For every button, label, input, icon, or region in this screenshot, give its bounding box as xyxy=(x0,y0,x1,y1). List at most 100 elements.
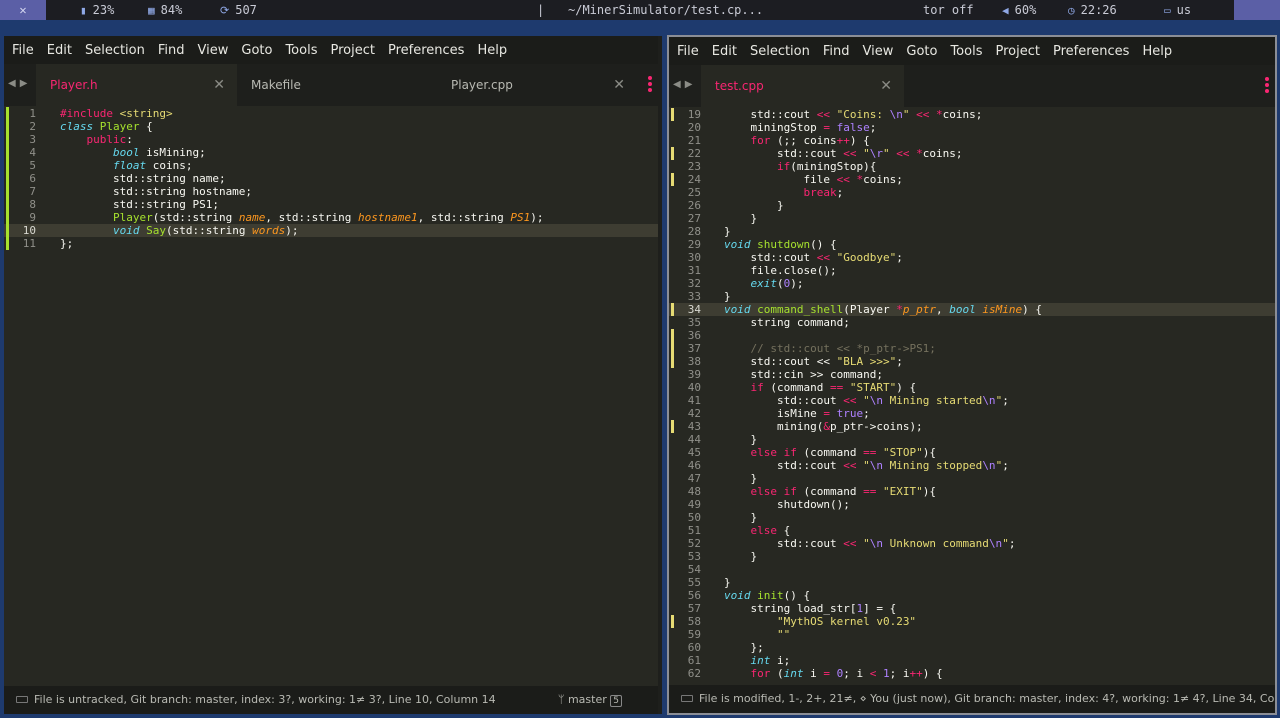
menu-find[interactable]: Find xyxy=(823,44,850,59)
code-line[interactable]: 61 int i; xyxy=(669,654,1275,667)
code-line[interactable]: 62 for (int i = 0; i < 1; i++) { xyxy=(669,667,1275,680)
workspace-indicator[interactable]: ✕ xyxy=(0,0,46,20)
code-line[interactable]: 42 isMine = true; xyxy=(669,407,1275,420)
code-line[interactable]: 27 } xyxy=(669,212,1275,225)
menu-edit[interactable]: Edit xyxy=(712,44,737,59)
code-line[interactable]: 28} xyxy=(669,225,1275,238)
code-line[interactable]: 33} xyxy=(669,290,1275,303)
close-icon[interactable]: ✕ xyxy=(213,64,225,106)
line-number: 1 xyxy=(29,107,36,120)
code-line[interactable]: 55} xyxy=(669,576,1275,589)
code-line[interactable]: 21 for (;; coins++) { xyxy=(669,134,1275,147)
menu-preferences[interactable]: Preferences xyxy=(1053,44,1129,59)
code-line[interactable]: 9 Player(std::string name, std::string h… xyxy=(4,211,658,224)
code-line[interactable]: 11}; xyxy=(4,237,658,250)
volume-indicator[interactable]: ◀ 60% xyxy=(1002,0,1036,20)
close-icon[interactable]: ✕ xyxy=(613,64,625,106)
code-text: std::cout << "Goodbye"; xyxy=(724,251,902,264)
code-line[interactable]: 57 string load_str[1] = { xyxy=(669,602,1275,615)
keyboard-layout-indicator[interactable]: ▭ us xyxy=(1164,0,1191,20)
code-line[interactable]: 34 void command_shell(Player *p_ptr, bool… xyxy=(669,303,1275,316)
code-line[interactable]: 30 std::cout << "Goodbye"; xyxy=(669,251,1275,264)
panel-toggle-icon[interactable] xyxy=(16,696,28,703)
code-line[interactable]: 38 std::cout << "BLA >>>"; xyxy=(669,355,1275,368)
git-branch[interactable]: ᛘ master 5 xyxy=(558,686,622,714)
code-line[interactable]: 60 }; xyxy=(669,641,1275,654)
code-line[interactable]: 45 else if (command == "STOP"){ xyxy=(669,446,1275,459)
menu-project[interactable]: Project xyxy=(330,43,374,58)
code-line[interactable]: 5 float coins; xyxy=(4,159,658,172)
code-token: ; xyxy=(1008,537,1016,550)
tab-player-h[interactable]: Player.h ✕ xyxy=(36,64,237,106)
menu-view[interactable]: View xyxy=(863,44,894,59)
code-line[interactable]: 56 void init() { xyxy=(669,589,1275,602)
tab-player-cpp[interactable]: Player.cpp ✕ xyxy=(437,64,637,106)
code-line[interactable]: 43 mining(&p_ptr->coins); xyxy=(669,420,1275,433)
more-options-icon[interactable] xyxy=(1265,77,1269,95)
tab-makefile[interactable]: Makefile xyxy=(237,64,437,106)
code-line[interactable]: 2 class Player { xyxy=(4,120,658,133)
code-line[interactable]: 54 xyxy=(669,563,1275,576)
menu-goto[interactable]: Goto xyxy=(906,44,937,59)
code-line[interactable]: 49 shutdown(); xyxy=(669,498,1275,511)
code-line[interactable]: 8 std::string PS1; xyxy=(4,198,658,211)
code-line[interactable]: 50 } xyxy=(669,511,1275,524)
code-line[interactable]: 37 // std::cout << *p_ptr->PS1; xyxy=(669,342,1275,355)
code-line[interactable]: 48 else if (command == "EXIT"){ xyxy=(669,485,1275,498)
tor-indicator[interactable]: tor off xyxy=(923,0,974,20)
code-line[interactable]: 52 std::cout << "\n Unknown command\n"; xyxy=(669,537,1275,550)
menu-selection[interactable]: Selection xyxy=(85,43,145,58)
code-line[interactable]: 59 "" xyxy=(669,628,1275,641)
code-editor[interactable]: 1 #include <string> 2 class Player {3 publi… xyxy=(4,106,658,686)
code-line[interactable]: 26 } xyxy=(669,199,1275,212)
workspace-indicator-right[interactable] xyxy=(1234,0,1280,20)
code-line[interactable]: 25 break; xyxy=(669,186,1275,199)
code-line[interactable]: 19 std::cout << "Coins: \n" << *coins; xyxy=(669,108,1275,121)
code-line[interactable]: 32 exit(0); xyxy=(669,277,1275,290)
tab-scroll-arrows[interactable]: ◀▶ xyxy=(8,78,31,89)
menu-selection[interactable]: Selection xyxy=(750,44,810,59)
menu-view[interactable]: View xyxy=(198,43,229,58)
code-line[interactable]: 6 std::string name; xyxy=(4,172,658,185)
code-line[interactable]: 3 public: xyxy=(4,133,658,146)
menu-preferences[interactable]: Preferences xyxy=(388,43,464,58)
code-line[interactable]: 40 if (command == "START") { xyxy=(669,381,1275,394)
menu-edit[interactable]: Edit xyxy=(47,43,72,58)
code-line[interactable]: 35 string command; xyxy=(669,316,1275,329)
code-line[interactable]: 24 file << *coins; xyxy=(669,173,1275,186)
code-line[interactable]: 22 std::cout << "\r" << *coins; xyxy=(669,147,1275,160)
code-line[interactable]: 51 else { xyxy=(669,524,1275,537)
panel-toggle-icon[interactable] xyxy=(681,695,693,702)
code-line[interactable]: 20 miningStop = false; xyxy=(669,121,1275,134)
code-line[interactable]: 10 void Say(std::string words); xyxy=(4,224,658,237)
code-editor[interactable]: 19 std::cout << "Coins: \n" << *coins; 20… xyxy=(669,107,1275,685)
code-line[interactable]: 58 "MythOS kernel v0.23" xyxy=(669,615,1275,628)
code-line[interactable]: 4 bool isMining; xyxy=(4,146,658,159)
menu-file[interactable]: File xyxy=(12,43,34,58)
code-line[interactable]: 39 std::cin >> command; xyxy=(669,368,1275,381)
close-icon[interactable]: ✕ xyxy=(880,65,892,107)
menu-file[interactable]: File xyxy=(677,44,699,59)
code-line[interactable]: 23 if(miningStop){ xyxy=(669,160,1275,173)
code-line[interactable]: 36 xyxy=(669,329,1275,342)
code-line[interactable]: 7 std::string hostname; xyxy=(4,185,658,198)
code-line[interactable]: 41 std::cout << "\n Mining started\n"; xyxy=(669,394,1275,407)
code-token: << xyxy=(843,459,857,472)
code-line[interactable]: 46 std::cout << "\n Mining stopped\n"; xyxy=(669,459,1275,472)
menu-project[interactable]: Project xyxy=(995,44,1039,59)
menu-goto[interactable]: Goto xyxy=(241,43,272,58)
menu-tools[interactable]: Tools xyxy=(950,44,982,59)
code-line[interactable]: 53 } xyxy=(669,550,1275,563)
more-options-icon[interactable] xyxy=(648,76,652,94)
menu-tools[interactable]: Tools xyxy=(285,43,317,58)
code-line[interactable]: 31 file.close(); xyxy=(669,264,1275,277)
code-line[interactable]: 47 } xyxy=(669,472,1275,485)
menu-help[interactable]: Help xyxy=(1142,44,1172,59)
code-line[interactable]: 44 } xyxy=(669,433,1275,446)
code-line[interactable]: 29 void shutdown() { xyxy=(669,238,1275,251)
tab-scroll-arrows[interactable]: ◀▶ xyxy=(673,79,696,90)
code-line[interactable]: 1 #include <string> xyxy=(4,107,658,120)
menu-help[interactable]: Help xyxy=(477,43,507,58)
tab-test-cpp[interactable]: test.cpp ✕ xyxy=(701,65,904,107)
menu-find[interactable]: Find xyxy=(158,43,185,58)
